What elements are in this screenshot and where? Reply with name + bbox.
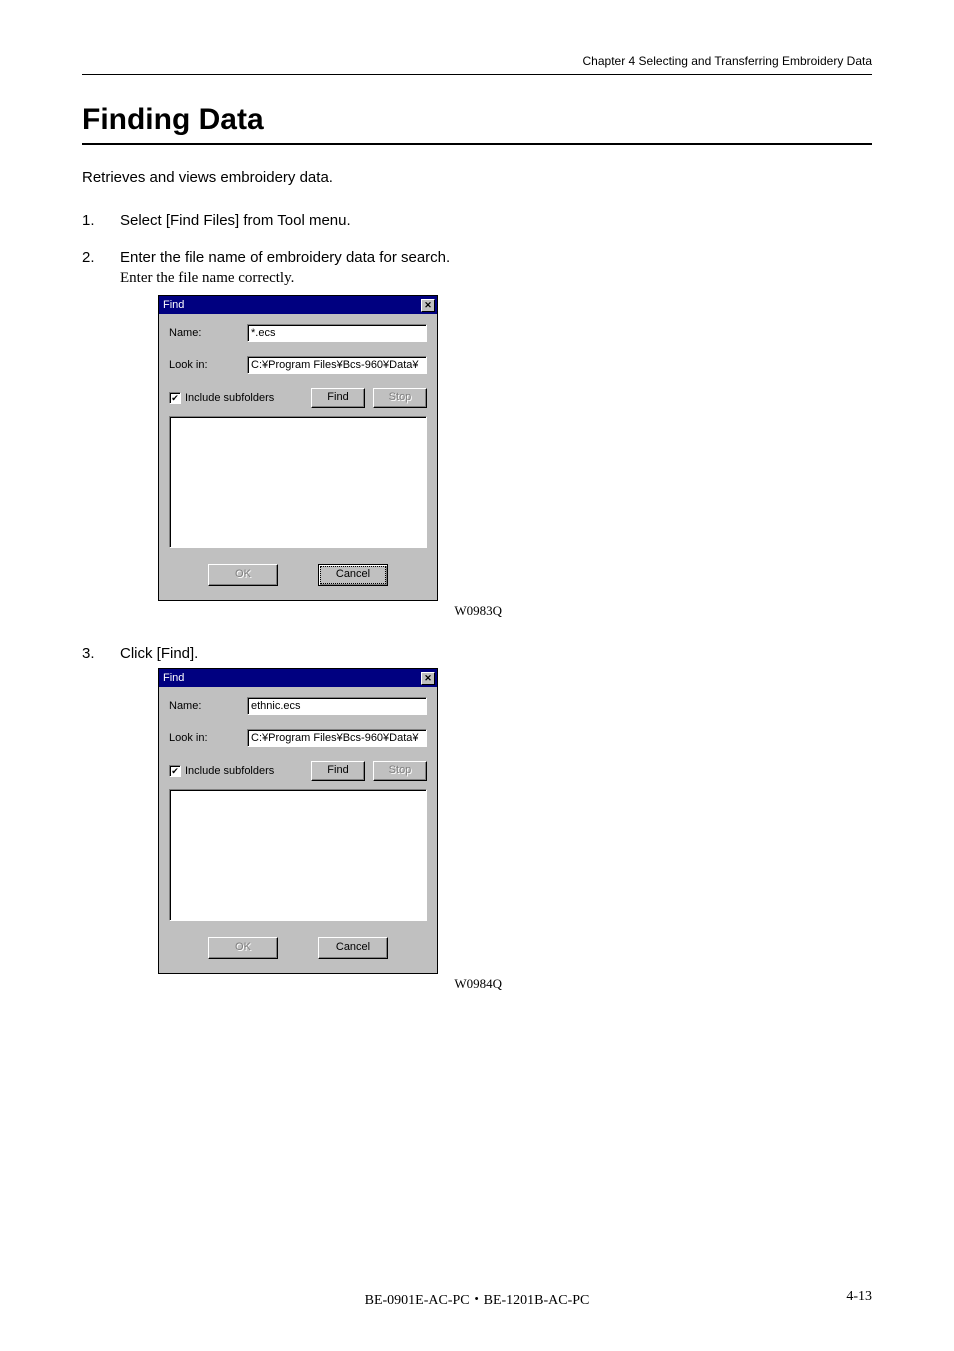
close-icon[interactable]: ✕ (421, 299, 435, 312)
results-listbox[interactable] (169, 789, 427, 921)
find-dialog: Find ✕ Name: *.ecs Look in: C:¥Program F… (158, 295, 438, 601)
step-subtext: Enter the file name correctly. (120, 270, 872, 287)
lookin-input[interactable]: C:¥Program Files¥Bcs-960¥Data¥ (247, 356, 427, 374)
footer-page-number: 4-13 (846, 1289, 872, 1305)
include-subfolders-checkbox[interactable]: ✔ (169, 765, 181, 777)
step-number: 2. (82, 249, 102, 637)
cancel-button[interactable]: Cancel (318, 564, 388, 586)
dialog-title: Find (163, 672, 184, 684)
step-text: Click [Find]. (120, 645, 872, 662)
step-text: Select [Find Files] from Tool menu. (120, 212, 872, 229)
footer-model: BE-0901E-AC-PC・BE-1201B-AC-PC (365, 1289, 590, 1309)
figure-find-dialog-1: Find ✕ Name: *.ecs Look in: C:¥Program F… (120, 295, 872, 601)
name-input[interactable]: *.ecs (247, 324, 427, 342)
intro-text: Retrieves and views embroidery data. (82, 169, 872, 186)
dialog-title: Find (163, 299, 184, 311)
step-2: 2. Enter the file name of embroidery dat… (82, 249, 872, 637)
name-input[interactable]: ethnic.ecs (247, 697, 427, 715)
lookin-label: Look in: (169, 732, 247, 744)
ok-button: OK (208, 937, 278, 959)
close-icon[interactable]: ✕ (421, 672, 435, 685)
stop-button: Stop (373, 388, 427, 408)
step-text: Enter the file name of embroidery data f… (120, 249, 872, 266)
find-button[interactable]: Find (311, 388, 365, 408)
step-number: 1. (82, 212, 102, 233)
dialog-titlebar[interactable]: Find ✕ (159, 296, 437, 314)
name-label: Name: (169, 327, 247, 339)
results-listbox[interactable] (169, 416, 427, 548)
include-subfolders-label: Include subfolders (185, 392, 274, 404)
stop-button: Stop (373, 761, 427, 781)
name-label: Name: (169, 700, 247, 712)
figure-caption: W0984Q (158, 976, 502, 992)
include-subfolders-checkbox[interactable]: ✔ (169, 392, 181, 404)
find-button[interactable]: Find (311, 761, 365, 781)
page-footer: BE-0901E-AC-PC・BE-1201B-AC-PC 4-13 (82, 1289, 872, 1305)
cancel-button[interactable]: Cancel (318, 937, 388, 959)
step-1: 1. Select [Find Files] from Tool menu. (82, 212, 872, 233)
figure-find-dialog-2: Find ✕ Name: ethnic.ecs Look in: C:¥Prog… (120, 668, 872, 974)
page-header: Chapter 4 Selecting and Transferring Emb… (82, 54, 872, 75)
dialog-titlebar[interactable]: Find ✕ (159, 669, 437, 687)
lookin-input[interactable]: C:¥Program Files¥Bcs-960¥Data¥ (247, 729, 427, 747)
find-dialog: Find ✕ Name: ethnic.ecs Look in: C:¥Prog… (158, 668, 438, 974)
step-3: 3. Click [Find]. Find ✕ Name: ethnic.ecs (82, 645, 872, 1010)
lookin-label: Look in: (169, 359, 247, 371)
section-title: Finding Data (82, 103, 872, 145)
step-number: 3. (82, 645, 102, 1010)
figure-caption: W0983Q (158, 603, 502, 619)
include-subfolders-label: Include subfolders (185, 765, 274, 777)
ok-button: OK (208, 564, 278, 586)
